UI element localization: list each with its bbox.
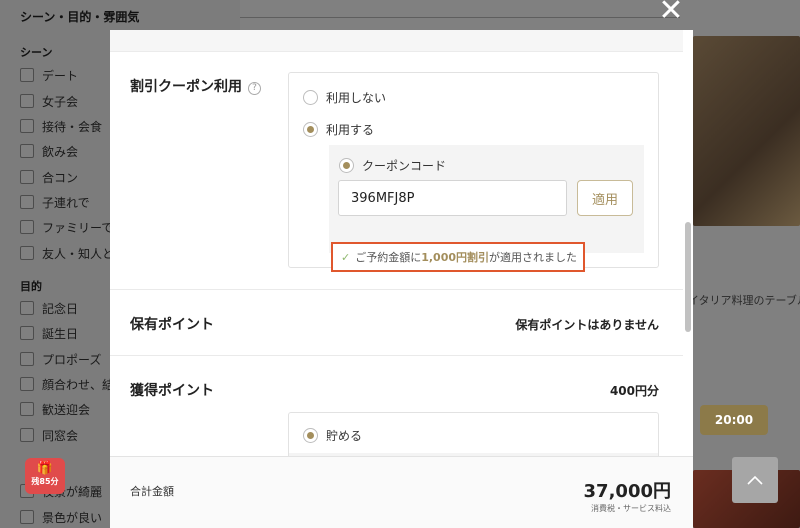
checkbox[interactable] [20, 301, 34, 315]
filter-meeting[interactable]: 顔合わせ、結 [20, 375, 114, 393]
radio-button[interactable] [303, 90, 318, 105]
filter-friends[interactable]: 友人・知人と [20, 244, 114, 262]
sidebar-title: シーン・目的・雰囲気 [20, 10, 140, 24]
modal-footer: 合計金額 37,000円 消費税・サービス料込 [110, 456, 693, 528]
total-value: 37,000円 [583, 481, 671, 502]
filter-family[interactable]: ファミリーで [20, 218, 113, 236]
filter-mixer[interactable]: 合コン [20, 168, 78, 186]
restaurant-photo[interactable] [693, 36, 800, 226]
checkbox[interactable] [20, 195, 34, 209]
filter-farewell[interactable]: 歓送迎会 [20, 400, 90, 418]
tax-note: 消費税・サービス料込 [591, 504, 671, 513]
radio-button-selected[interactable] [303, 122, 318, 137]
modal-scroll-area[interactable]: 割引クーポン利用? 利用しない 利用する クーポンコード 396MFJ8P 適用… [110, 30, 683, 456]
radio-no-coupon[interactable]: 利用しない [303, 89, 386, 106]
checkbox[interactable] [20, 377, 34, 391]
filter-kids[interactable]: 子連れで [20, 193, 90, 211]
held-points-section: 保有ポイント 保有ポイントはありません [110, 290, 683, 356]
radio-save-points[interactable]: 貯める [303, 427, 362, 444]
filter-scenery[interactable]: 景色が良い [20, 508, 102, 526]
background-top-bar [240, 0, 680, 18]
coupon-label: 割引クーポン利用? [130, 76, 261, 96]
filter-business[interactable]: 接待・会食 [20, 117, 102, 135]
discount-amount: 1,000円割引 [421, 251, 490, 264]
filter-anniversary[interactable]: 記念日 [20, 299, 78, 317]
coupon-section: 割引クーポン利用? 利用しない 利用する クーポンコード 396MFJ8P 適用… [110, 52, 683, 290]
coupon-code-input[interactable] [338, 180, 567, 216]
reservation-modal: 割引クーポン利用? 利用しない 利用する クーポンコード 396MFJ8P 適用… [110, 30, 693, 528]
filter-birthday[interactable]: 誕生日 [20, 324, 78, 342]
checkbox[interactable] [20, 170, 34, 184]
previous-section-edge [110, 30, 683, 52]
filter-girls[interactable]: 女子会 [20, 92, 78, 110]
checkbox[interactable] [20, 94, 34, 108]
radio-button-selected[interactable] [303, 428, 318, 443]
check-icon: ✓ [341, 250, 351, 264]
checkbox[interactable] [20, 352, 34, 366]
earn-options-box: 貯める [288, 412, 659, 456]
close-icon[interactable]: ✕ [656, 0, 686, 26]
held-points-value: 保有ポイントはありません [515, 318, 659, 332]
earned-points-section: 獲得ポイント 400円分 貯める [110, 356, 683, 456]
coupon-code-panel: クーポンコード 適用 [329, 145, 644, 253]
filter-date[interactable]: デート [20, 66, 78, 84]
scroll-to-top-button[interactable] [732, 457, 778, 503]
time-slot-button[interactable]: 20:00 [700, 405, 768, 435]
help-icon[interactable]: ? [248, 82, 261, 95]
purpose-heading: 目的 [20, 280, 42, 293]
checkbox[interactable] [20, 68, 34, 82]
checkbox[interactable] [20, 428, 34, 442]
gift-badge[interactable]: 🎁 残85分 [25, 458, 65, 494]
apply-button[interactable]: 適用 [577, 180, 633, 216]
checkbox[interactable] [20, 246, 34, 260]
checkbox[interactable] [20, 144, 34, 158]
radio-coupon-code[interactable]: クーポンコード [339, 157, 446, 174]
scene-heading: シーン [20, 46, 53, 59]
radio-button-selected[interactable] [339, 158, 354, 173]
chevron-up-icon [747, 475, 763, 485]
coupon-options-box: 利用しない 利用する クーポンコード 適用 [288, 72, 659, 268]
checkbox[interactable] [20, 402, 34, 416]
checkbox[interactable] [20, 510, 34, 524]
checkbox[interactable] [20, 326, 34, 340]
held-points-label: 保有ポイント [130, 317, 214, 333]
radio-use-coupon[interactable]: 利用する [303, 121, 374, 138]
filter-proposal[interactable]: プロポーズ [20, 350, 101, 368]
checkbox[interactable] [20, 220, 34, 234]
scrollbar-thumb[interactable] [685, 222, 691, 332]
scrollbar[interactable] [683, 30, 693, 456]
coupon-success-message: ✓ ご予約金額に 1,000円割引 が適用されました [331, 242, 585, 272]
earned-points-label: 獲得ポイント [130, 383, 214, 399]
filter-reunion[interactable]: 同窓会 [20, 426, 78, 444]
earned-points-value: 400円分 [609, 384, 659, 398]
gift-icon: 🎁 [36, 461, 54, 476]
filter-drinking[interactable]: 飲み会 [20, 142, 78, 160]
checkbox[interactable] [20, 119, 34, 133]
total-label: 合計金額 [130, 485, 174, 498]
restaurant-caption: イタリア料理のテーブルが [688, 294, 800, 307]
